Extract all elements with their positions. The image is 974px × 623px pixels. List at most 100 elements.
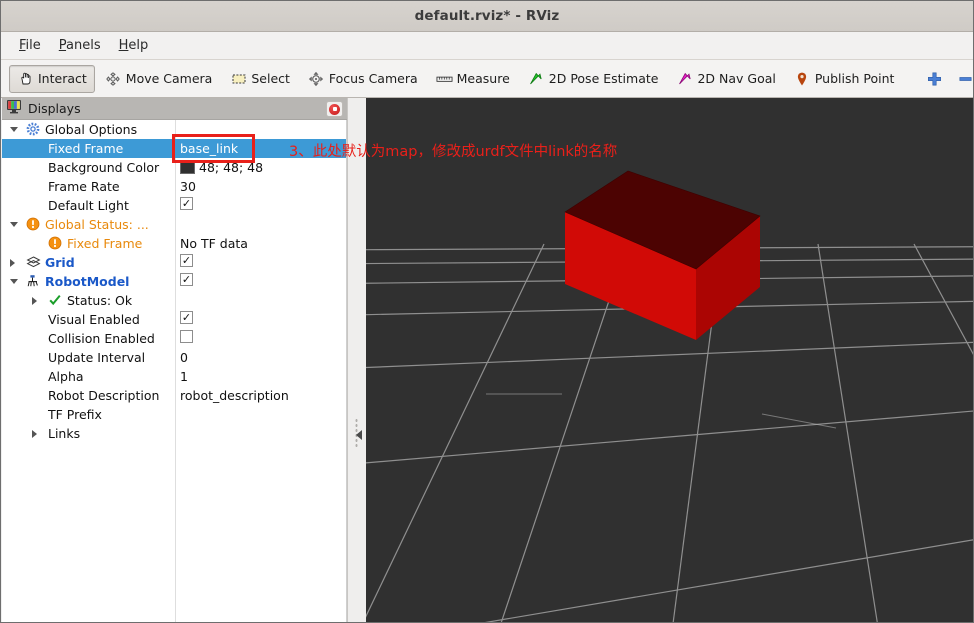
hand-cursor-icon: [17, 70, 34, 87]
grid-icon: [26, 255, 41, 270]
menu-file[interactable]: File: [10, 36, 50, 55]
tree-row-value[interactable]: 1: [180, 368, 188, 385]
magenta-arrow-icon: [676, 70, 693, 87]
tool-measure-label: Measure: [456, 71, 510, 86]
tree-row-label: Frame Rate: [48, 179, 120, 194]
tree-row-value[interactable]: ✓: [180, 197, 193, 210]
checkbox-checked[interactable]: ✓: [180, 311, 193, 324]
map-pin-icon: [794, 70, 811, 87]
chevron-down-icon[interactable]: [10, 279, 18, 284]
tree-row-label: Collision Enabled: [48, 331, 155, 346]
chevron-down-icon[interactable]: [10, 127, 18, 132]
tree-row-value[interactable]: 48; 48; 48: [180, 159, 263, 176]
warning-icon: [26, 217, 41, 232]
checkbox-checked[interactable]: ✓: [180, 273, 193, 286]
tool-select-label: Select: [251, 71, 290, 86]
tree-row-label: Global Options: [45, 122, 138, 137]
gear-icon: [26, 122, 41, 137]
tree-row[interactable]: TF Prefix: [2, 405, 346, 424]
tree-row[interactable]: Links: [2, 424, 346, 443]
displays-panel-title: Displays: [28, 101, 81, 116]
tree-row-value[interactable]: base_link: [180, 140, 238, 157]
monitor-icon: [6, 99, 22, 118]
menu-panels[interactable]: Panels: [50, 36, 110, 55]
tool-publish-point-label: Publish Point: [814, 71, 895, 86]
tree-row[interactable]: Collision Enabled: [2, 329, 346, 348]
tool-2d-pose-estimate[interactable]: 2D Pose Estimate: [520, 65, 667, 93]
tree-row-label: Visual Enabled: [48, 312, 140, 327]
chevron-right-icon[interactable]: [10, 259, 15, 267]
tree-row[interactable]: RobotModel ✓: [2, 272, 346, 291]
displays-dock: Displays Global Options Fixed Frame base_l…: [2, 98, 347, 622]
tree-row-label: Grid: [45, 255, 75, 270]
tree-row[interactable]: Robot Description robot_description: [2, 386, 346, 405]
panel-splitter[interactable]: [347, 98, 366, 622]
tool-focus-camera[interactable]: Focus Camera: [300, 65, 426, 93]
focus-camera-icon: [308, 70, 325, 87]
color-swatch[interactable]: [180, 161, 195, 174]
viewport-background: [366, 98, 973, 622]
chevron-right-icon[interactable]: [32, 297, 37, 305]
tree-row-value[interactable]: ✓: [180, 273, 193, 286]
tree-row-label: RobotModel: [45, 274, 130, 289]
chevron-down-icon[interactable]: [10, 222, 18, 227]
tree-row-value[interactable]: robot_description: [180, 387, 289, 404]
title-bar: default.rviz* - RViz: [1, 1, 973, 32]
tree-row[interactable]: Global Options: [2, 120, 346, 139]
annotation-text: 3、此处默认为map，修改成urdf文件中link的名称: [289, 144, 618, 160]
tree-row[interactable]: Status: Ok: [2, 291, 346, 310]
splitter-collapse-arrow-icon[interactable]: [356, 430, 362, 440]
remove-tool-button[interactable]: [951, 65, 973, 93]
tool-move-camera[interactable]: Move Camera: [97, 65, 221, 93]
tree-row-label: Status: Ok: [67, 293, 133, 308]
tree-row-value[interactable]: 30: [180, 178, 196, 195]
tree-row-label: Background Color: [48, 160, 160, 175]
menu-help[interactable]: Help: [110, 36, 158, 55]
tree-row-value[interactable]: ✓: [180, 311, 193, 324]
add-tool-button[interactable]: [920, 65, 949, 93]
checkbox-unchecked[interactable]: [180, 330, 193, 343]
tree-row[interactable]: Alpha 1: [2, 367, 346, 386]
tree-row[interactable]: Global Status: ...: [2, 215, 346, 234]
tree-row-label: Global Status: ...: [45, 217, 149, 232]
tree-row-label: Fixed Frame: [67, 236, 143, 251]
tool-select[interactable]: Select: [222, 65, 298, 93]
checkbox-checked[interactable]: ✓: [180, 197, 193, 210]
plus-icon: [926, 70, 943, 87]
warning-icon: [48, 236, 63, 251]
tool-measure[interactable]: Measure: [428, 65, 518, 93]
ruler-icon: [436, 70, 453, 87]
minus-icon: [957, 70, 973, 87]
color-value-label: 48; 48; 48: [199, 160, 264, 175]
tree-row[interactable]: Update Interval 0: [2, 348, 346, 367]
tree-row[interactable]: Frame Rate 30: [2, 177, 346, 196]
displays-dock-titlebar: Displays: [2, 98, 347, 120]
tool-move-camera-label: Move Camera: [125, 71, 213, 86]
tool-2d-nav-goal[interactable]: 2D Nav Goal: [668, 65, 783, 93]
displays-tree[interactable]: Global Options Fixed Frame base_link Backgr…: [2, 120, 347, 622]
tree-row-label: Alpha: [48, 369, 84, 384]
tool-focus-camera-label: Focus Camera: [328, 71, 418, 86]
main-toolbar: Interact Move Camera Select Focus Camera…: [1, 60, 973, 98]
chevron-right-icon[interactable]: [32, 430, 37, 438]
tree-row-value[interactable]: No TF data: [180, 235, 248, 252]
tree-row-value[interactable]: ✓: [180, 254, 193, 267]
tree-row-value[interactable]: 0: [180, 349, 188, 366]
render-viewport[interactable]: [366, 98, 973, 622]
green-arrow-icon: [528, 70, 545, 87]
tree-row-label: Robot Description: [48, 388, 160, 403]
close-icon[interactable]: [326, 101, 343, 117]
tool-interact[interactable]: Interact: [9, 64, 95, 93]
tree-row-label: Fixed Frame: [48, 141, 124, 156]
tree-row[interactable]: Default Light ✓: [2, 196, 346, 215]
select-rect-icon: [230, 70, 247, 87]
tool-publish-point[interactable]: Publish Point: [786, 65, 903, 93]
tree-row-label: Update Interval: [48, 350, 146, 365]
tree-row[interactable]: Visual Enabled ✓: [2, 310, 346, 329]
tree-row[interactable]: Fixed Frame No TF data: [2, 234, 346, 253]
move-camera-icon: [105, 70, 122, 87]
checkbox-checked[interactable]: ✓: [180, 254, 193, 267]
tree-row[interactable]: Grid ✓: [2, 253, 346, 272]
tree-row-value[interactable]: [180, 330, 193, 343]
tool-2d-pose-estimate-label: 2D Pose Estimate: [548, 71, 659, 86]
